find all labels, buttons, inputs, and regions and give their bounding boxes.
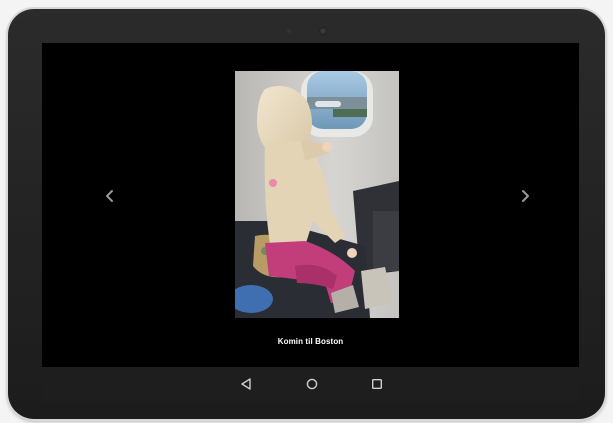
recents-square-icon [372,379,383,390]
chevron-right-icon [522,190,529,202]
system-navigation-bar [42,367,579,401]
home-button[interactable] [303,375,321,393]
back-button[interactable] [237,375,255,393]
gallery-photo[interactable] [235,71,399,318]
next-photo-button[interactable] [513,184,537,208]
chevron-left-icon [106,190,113,202]
recents-button[interactable] [368,375,386,393]
previous-photo-button[interactable] [98,184,122,208]
photo-caption: Komin til Boston [277,337,344,346]
photo-viewer-screen: Komin til Boston [42,43,579,367]
photo-toddler-airplane-window [235,71,399,318]
back-triangle-icon [241,378,251,390]
proximity-sensor [287,29,291,33]
home-circle-icon [306,378,318,390]
front-camera [319,27,327,35]
